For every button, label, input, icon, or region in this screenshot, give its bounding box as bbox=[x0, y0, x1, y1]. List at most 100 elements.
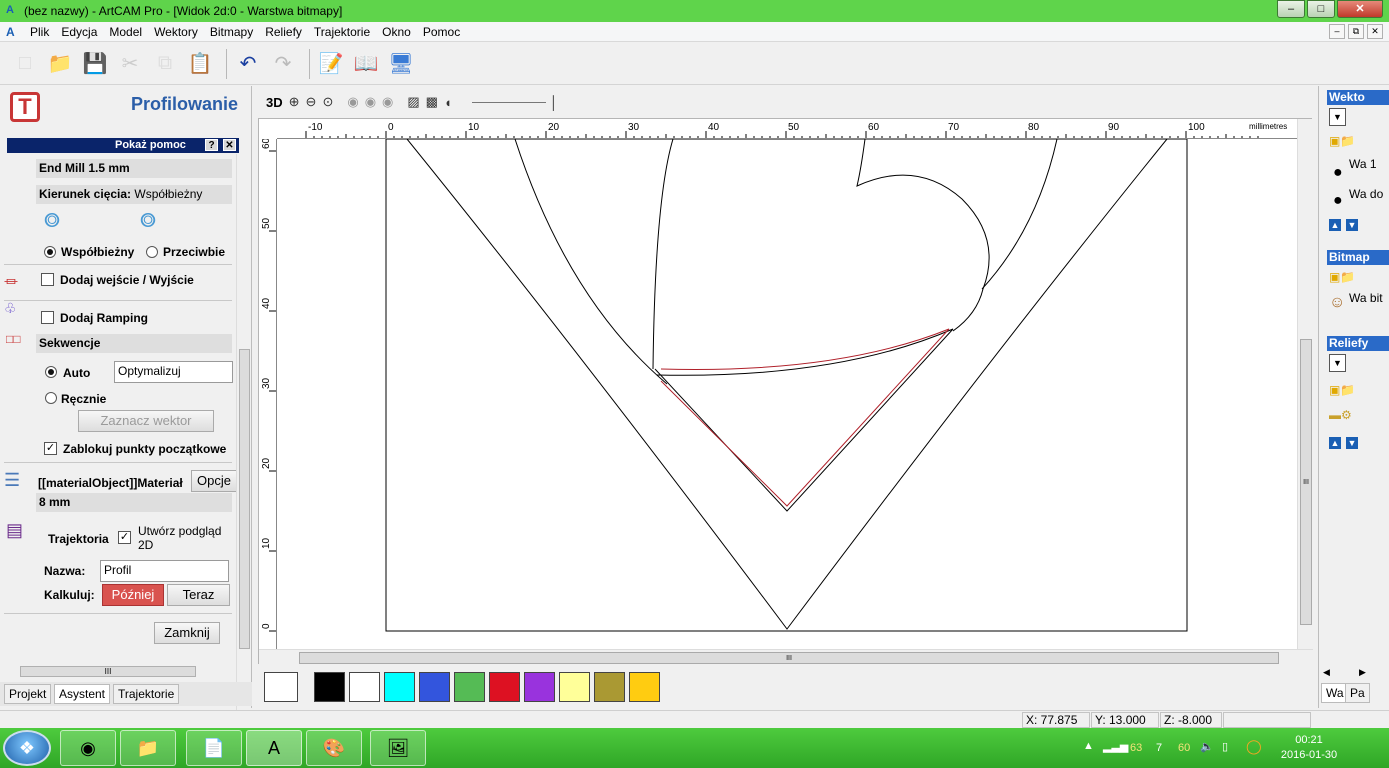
color-swatch[interactable] bbox=[524, 672, 555, 702]
options-button[interactable]: Opcje bbox=[191, 470, 236, 492]
mdi-close-button[interactable]: ✕ bbox=[1367, 24, 1383, 39]
relief-layer-dropdown[interactable]: ▼ bbox=[1329, 354, 1346, 372]
color-swatch[interactable] bbox=[419, 672, 450, 702]
mdi-minimize-button[interactable]: – bbox=[1329, 24, 1345, 39]
close-button[interactable]: ✕ bbox=[1337, 0, 1383, 18]
zoom-selection-icon[interactable]: ◉ bbox=[382, 94, 393, 110]
vector-layer-dropdown[interactable]: ▼ bbox=[1329, 108, 1346, 126]
canvas-horizontal-scrollbar[interactable]: III bbox=[259, 649, 1313, 665]
bitmap-tools-icon[interactable]: ▣📁 bbox=[1329, 270, 1355, 284]
open-folder-icon[interactable]: 📁 bbox=[45, 48, 75, 80]
wizard-icon[interactable]: 🖥 bbox=[386, 48, 416, 80]
manual-radio[interactable] bbox=[45, 392, 57, 404]
zoom-in-icon[interactable]: ⊕ bbox=[289, 94, 300, 110]
climb-radio[interactable] bbox=[44, 246, 56, 258]
clock[interactable]: 00:21 2016-01-30 bbox=[1276, 733, 1342, 763]
auto-radio[interactable] bbox=[45, 366, 57, 378]
tab-trajektorie[interactable]: Trajektorie bbox=[113, 684, 180, 704]
help-bar[interactable]: Pokaż pomoc ? ✕ bbox=[7, 138, 239, 153]
show-help-label[interactable]: Pokaż pomoc bbox=[115, 139, 186, 151]
maximize-button[interactable]: □ bbox=[1307, 0, 1335, 18]
app-tray-icon[interactable]: ◯ bbox=[1246, 738, 1262, 755]
minimize-button[interactable]: – bbox=[1277, 0, 1305, 18]
layer-tools-icon[interactable]: ▣📁 bbox=[1329, 134, 1355, 148]
document-viewer-icon[interactable]: 📄 bbox=[186, 730, 242, 766]
menu-reliefy[interactable]: Reliefy bbox=[259, 25, 308, 39]
cut-icon[interactable]: ✂ bbox=[115, 48, 145, 80]
tool-name[interactable]: End Mill 1.5 mm bbox=[36, 159, 232, 178]
snap-grid-icon[interactable]: ▨ bbox=[407, 94, 419, 110]
color-swatch[interactable] bbox=[629, 672, 660, 702]
menu-model[interactable]: Model bbox=[103, 25, 148, 39]
color-swatch[interactable] bbox=[559, 672, 590, 702]
bitmap-layer[interactable]: Wa bit bbox=[1349, 292, 1389, 305]
battery-icon[interactable]: ▯ bbox=[1222, 740, 1228, 753]
scroll-left-icon[interactable]: ◀ bbox=[1323, 667, 1330, 678]
move-up-icon[interactable]: ▲ bbox=[1329, 437, 1341, 449]
show-hidden-icons[interactable]: ▲ bbox=[1083, 740, 1094, 752]
relief-tools-icon[interactable]: ▣📁 bbox=[1329, 383, 1355, 397]
notes-icon[interactable]: 📝 bbox=[316, 48, 346, 80]
tab-properties[interactable]: Pa bbox=[1345, 683, 1370, 703]
zoom-fit-icon[interactable]: ⊙ bbox=[322, 94, 333, 110]
color-swatch[interactable] bbox=[594, 672, 625, 702]
start-button[interactable]: ❖ bbox=[3, 730, 51, 766]
close-panel-button[interactable]: Zamknij bbox=[154, 622, 220, 644]
document-icon[interactable]: A bbox=[6, 25, 24, 39]
save-icon[interactable]: 💾 bbox=[80, 48, 110, 80]
menu-edycja[interactable]: Edycja bbox=[55, 25, 103, 39]
move-down-icon[interactable]: ▼ bbox=[1346, 219, 1358, 231]
menu-wektory[interactable]: Wektory bbox=[148, 25, 204, 39]
volume-icon[interactable]: 🔈 bbox=[1200, 740, 1214, 753]
vector-layer-1[interactable]: Wa 1 bbox=[1349, 158, 1389, 171]
tab-asystent[interactable]: Asystent bbox=[54, 684, 111, 704]
move-down-icon[interactable]: ▼ bbox=[1346, 437, 1358, 449]
scrollbar-thumb[interactable]: III bbox=[299, 652, 1279, 664]
zoom-out-icon[interactable]: ⊖ bbox=[306, 94, 317, 110]
current-color-swatch[interactable] bbox=[264, 672, 298, 702]
new-file-icon[interactable]: □ bbox=[10, 48, 40, 80]
move-up-icon[interactable]: ▲ bbox=[1329, 219, 1341, 231]
lock-start-checkbox[interactable]: ✓ bbox=[44, 442, 57, 455]
zoom-box-icon[interactable]: ◉ bbox=[365, 94, 376, 110]
copy-icon[interactable]: ⧉ bbox=[150, 48, 180, 80]
scrollbar-thumb[interactable]: III bbox=[1300, 339, 1312, 625]
optimize-field[interactable]: Optymalizuj bbox=[114, 361, 233, 383]
color-swatch[interactable] bbox=[349, 672, 380, 702]
mdi-restore-button[interactable]: ⧉ bbox=[1348, 24, 1364, 39]
scrollbar-thumb[interactable]: III bbox=[20, 666, 196, 677]
menu-pomoc[interactable]: Pomoc bbox=[417, 25, 466, 39]
add-ramping-checkbox[interactable] bbox=[41, 311, 54, 324]
select-vector-button[interactable]: Zaznacz wektor bbox=[78, 410, 214, 432]
color-swatch[interactable] bbox=[489, 672, 520, 702]
canvas-vertical-scrollbar[interactable]: III bbox=[1297, 119, 1313, 649]
help-question-button[interactable]: ? bbox=[205, 139, 218, 151]
snap-objects-icon[interactable]: ▩ bbox=[426, 94, 438, 110]
slider-handle[interactable]: │ bbox=[550, 95, 558, 110]
color-swatch[interactable] bbox=[384, 672, 415, 702]
book-icon[interactable]: 📖 bbox=[351, 48, 381, 80]
file-explorer-icon[interactable]: 📁 bbox=[120, 730, 176, 766]
3d-view-button[interactable]: 3D bbox=[266, 95, 283, 110]
undo-icon[interactable]: ↶ bbox=[233, 48, 263, 80]
menu-okno[interactable]: Okno bbox=[376, 25, 417, 39]
name-field[interactable]: Profil bbox=[100, 560, 229, 582]
redo-icon[interactable]: ↷ bbox=[268, 48, 298, 80]
vector-layer-2[interactable]: Wa do bbox=[1349, 188, 1389, 201]
zoom-previous-icon[interactable]: ◉ bbox=[347, 94, 358, 110]
eye-icon[interactable]: ◖ bbox=[444, 95, 452, 110]
help-close-button[interactable]: ✕ bbox=[223, 139, 236, 151]
panel-vertical-scrollbar[interactable] bbox=[236, 154, 251, 748]
paint-icon[interactable]: 🎨 bbox=[306, 730, 362, 766]
menu-plik[interactable]: Plik bbox=[24, 25, 55, 39]
drawing-canvas[interactable]: -10 0 10 20 30 40 50 60 70 80 90 100 millimetres 60 5… bbox=[258, 118, 1313, 665]
menu-bitmapy[interactable]: Bitmapy bbox=[204, 25, 259, 39]
now-button[interactable]: Teraz bbox=[167, 584, 230, 606]
scrollbar-thumb[interactable] bbox=[239, 349, 250, 649]
paste-icon[interactable]: 📋 bbox=[185, 48, 215, 80]
slider-track[interactable] bbox=[471, 101, 546, 103]
later-button[interactable]: Później bbox=[102, 584, 164, 606]
artcam-taskbar-icon[interactable]: A bbox=[246, 730, 302, 766]
chrome-icon[interactable]: ◉ bbox=[60, 730, 116, 766]
tab-projekt[interactable]: Projekt bbox=[4, 684, 52, 704]
